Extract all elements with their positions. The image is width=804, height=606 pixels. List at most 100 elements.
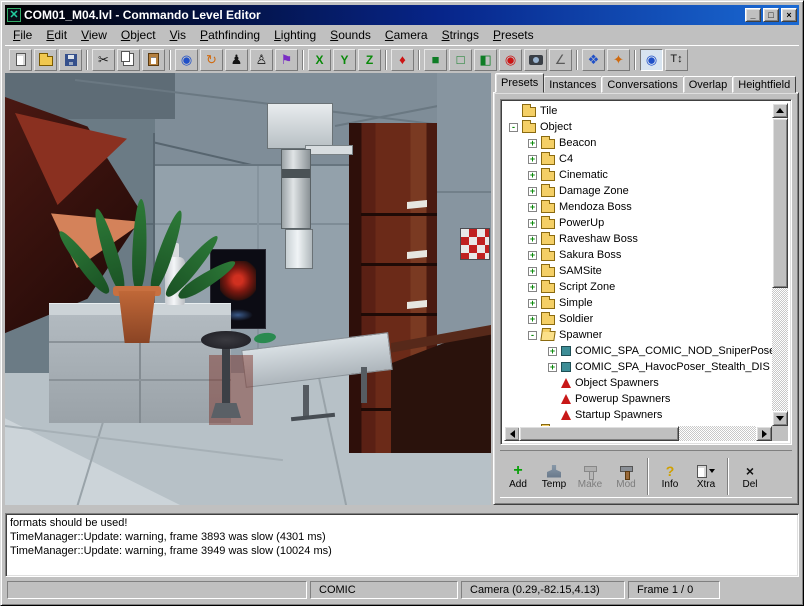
- tab-instances[interactable]: Instances: [543, 76, 602, 93]
- menu-pathfinding[interactable]: Pathfinding: [193, 26, 267, 44]
- xtra-button[interactable]: Xtra: [688, 455, 724, 498]
- expand-toggle-icon[interactable]: +: [528, 283, 537, 292]
- tab-conversations[interactable]: Conversations: [601, 76, 683, 93]
- expand-toggle-icon[interactable]: [548, 395, 557, 404]
- target-button[interactable]: ◉: [499, 49, 522, 71]
- tab-presets[interactable]: Presets: [495, 73, 544, 93]
- rotate-marker-button[interactable]: ♦: [391, 49, 414, 71]
- axis-x-button[interactable]: X: [308, 49, 331, 71]
- tree-item-powerup[interactable]: +PowerUp: [504, 215, 772, 231]
- maximize-button[interactable]: □: [763, 8, 779, 22]
- copy-button[interactable]: [117, 49, 140, 71]
- tree-item-spawner[interactable]: -Spawner: [504, 327, 772, 343]
- tree-item-object-spawners[interactable]: Object Spawners: [504, 375, 772, 391]
- del-button[interactable]: × Del: [732, 455, 768, 498]
- preset-tree[interactable]: Tile -Object +Beacon +C4 +Cinematic +Dam…: [500, 99, 792, 445]
- cut-button[interactable]: ✂: [92, 49, 115, 71]
- expand-toggle-icon[interactable]: +: [528, 267, 537, 276]
- expand-toggle-icon[interactable]: [548, 379, 557, 388]
- menu-strings[interactable]: Strings: [435, 26, 486, 44]
- new-button[interactable]: [9, 49, 32, 71]
- menu-sounds[interactable]: Sounds: [323, 26, 378, 44]
- tree-item-comic-sniperposer[interactable]: +COMIC_SPA_COMIC_NOD_SniperPoser: [504, 343, 772, 359]
- visibility-button[interactable]: ◉: [640, 49, 663, 71]
- expand-toggle-icon[interactable]: -: [509, 123, 518, 132]
- tree-item-comic-havocposer[interactable]: +COMIC_SPA_HavocPoser_Stealth_DIS: [504, 359, 772, 375]
- scroll-up-button[interactable]: [772, 103, 788, 118]
- tree-item-script-zone[interactable]: +Script Zone: [504, 279, 772, 295]
- paste-button[interactable]: [142, 49, 165, 71]
- tree-item-object[interactable]: -Object: [504, 119, 772, 135]
- tab-overlap[interactable]: Overlap: [683, 76, 734, 93]
- splitter[interactable]: [5, 505, 799, 513]
- make-button[interactable]: Make: [572, 455, 608, 498]
- solid-cube-button[interactable]: ■: [424, 49, 447, 71]
- expand-toggle-icon[interactable]: +: [528, 315, 537, 324]
- add-button[interactable]: + Add: [500, 455, 536, 498]
- text-tool-button[interactable]: T↕: [665, 49, 688, 71]
- menu-edit[interactable]: Edit: [39, 26, 74, 44]
- scroll-down-button[interactable]: [772, 411, 788, 426]
- tree-item-damage-zone[interactable]: +Damage Zone: [504, 183, 772, 199]
- menu-vis[interactable]: Vis: [163, 26, 193, 44]
- menu-lighting[interactable]: Lighting: [267, 26, 323, 44]
- expand-toggle-icon[interactable]: +: [528, 219, 537, 228]
- axis-y-button[interactable]: Y: [333, 49, 356, 71]
- waypoint-button[interactable]: ⚑: [275, 49, 298, 71]
- camera-button[interactable]: [524, 49, 547, 71]
- mod-button[interactable]: Mod: [608, 455, 644, 498]
- menu-object[interactable]: Object: [114, 26, 163, 44]
- tree-item-raveshaw-boss[interactable]: +Raveshaw Boss: [504, 231, 772, 247]
- tree-item-mendoza-boss[interactable]: +Mendoza Boss: [504, 199, 772, 215]
- objects-group-button[interactable]: ❖: [582, 49, 605, 71]
- tree-item-simple[interactable]: +Simple: [504, 295, 772, 311]
- tree-item-c4[interactable]: +C4: [504, 151, 772, 167]
- angle-tool-button[interactable]: ∠: [549, 49, 572, 71]
- expand-toggle-icon[interactable]: [509, 107, 518, 116]
- temp-button[interactable]: Temp: [536, 455, 572, 498]
- expand-toggle-icon[interactable]: [548, 411, 557, 420]
- minimize-button[interactable]: _: [745, 8, 761, 22]
- menu-camera[interactable]: Camera: [378, 26, 435, 44]
- tree-item-startup-spawners[interactable]: Startup Spawners: [504, 407, 772, 423]
- view-mode-button[interactable]: ◉: [175, 49, 198, 71]
- vertical-scrollbar[interactable]: [772, 103, 788, 426]
- axis-z-button[interactable]: Z: [358, 49, 381, 71]
- expand-toggle-icon[interactable]: +: [528, 203, 537, 212]
- textured-cube-button[interactable]: ◧: [474, 49, 497, 71]
- wire-box-button[interactable]: □: [449, 49, 472, 71]
- expand-toggle-icon[interactable]: +: [548, 347, 557, 356]
- tree-item-cinematic[interactable]: +Cinematic: [504, 167, 772, 183]
- info-button[interactable]: ? Info: [652, 455, 688, 498]
- scroll-right-button[interactable]: [756, 426, 772, 441]
- horizontal-scroll-thumb[interactable]: [519, 426, 679, 441]
- walk-mode-button[interactable]: ♟: [225, 49, 248, 71]
- save-button[interactable]: [59, 49, 82, 71]
- tree-item-soldier[interactable]: +Soldier: [504, 311, 772, 327]
- expand-toggle-icon[interactable]: +: [528, 155, 537, 164]
- tree-item-tile[interactable]: Tile: [504, 103, 772, 119]
- rotate-mode-button[interactable]: ↻: [200, 49, 223, 71]
- menu-view[interactable]: View: [74, 26, 114, 44]
- vertical-scroll-thumb[interactable]: [772, 118, 788, 288]
- scroll-left-button[interactable]: [504, 426, 520, 441]
- character-button[interactable]: ♙: [250, 49, 273, 71]
- expand-toggle-icon[interactable]: +: [528, 171, 537, 180]
- effects-group-button[interactable]: ✦: [607, 49, 630, 71]
- menu-file[interactable]: File: [6, 26, 39, 44]
- open-button[interactable]: [34, 49, 57, 71]
- tree-item-powerup-spawners[interactable]: Powerup Spawners: [504, 391, 772, 407]
- expand-toggle-icon[interactable]: +: [548, 363, 557, 372]
- 3d-viewport[interactable]: [5, 73, 491, 505]
- horizontal-scrollbar[interactable]: [504, 426, 772, 441]
- tree-item-sakura-boss[interactable]: +Sakura Boss: [504, 247, 772, 263]
- expand-toggle-icon[interactable]: +: [528, 299, 537, 308]
- tree-item-samsite[interactable]: +SAMSite: [504, 263, 772, 279]
- expand-toggle-icon[interactable]: +: [528, 251, 537, 260]
- menu-presets[interactable]: Presets: [486, 26, 541, 44]
- tree-item-beacon[interactable]: +Beacon: [504, 135, 772, 151]
- expand-toggle-icon[interactable]: +: [528, 139, 537, 148]
- expand-toggle-icon[interactable]: +: [528, 187, 537, 196]
- close-button[interactable]: ×: [781, 8, 797, 22]
- expand-toggle-icon[interactable]: -: [528, 331, 537, 340]
